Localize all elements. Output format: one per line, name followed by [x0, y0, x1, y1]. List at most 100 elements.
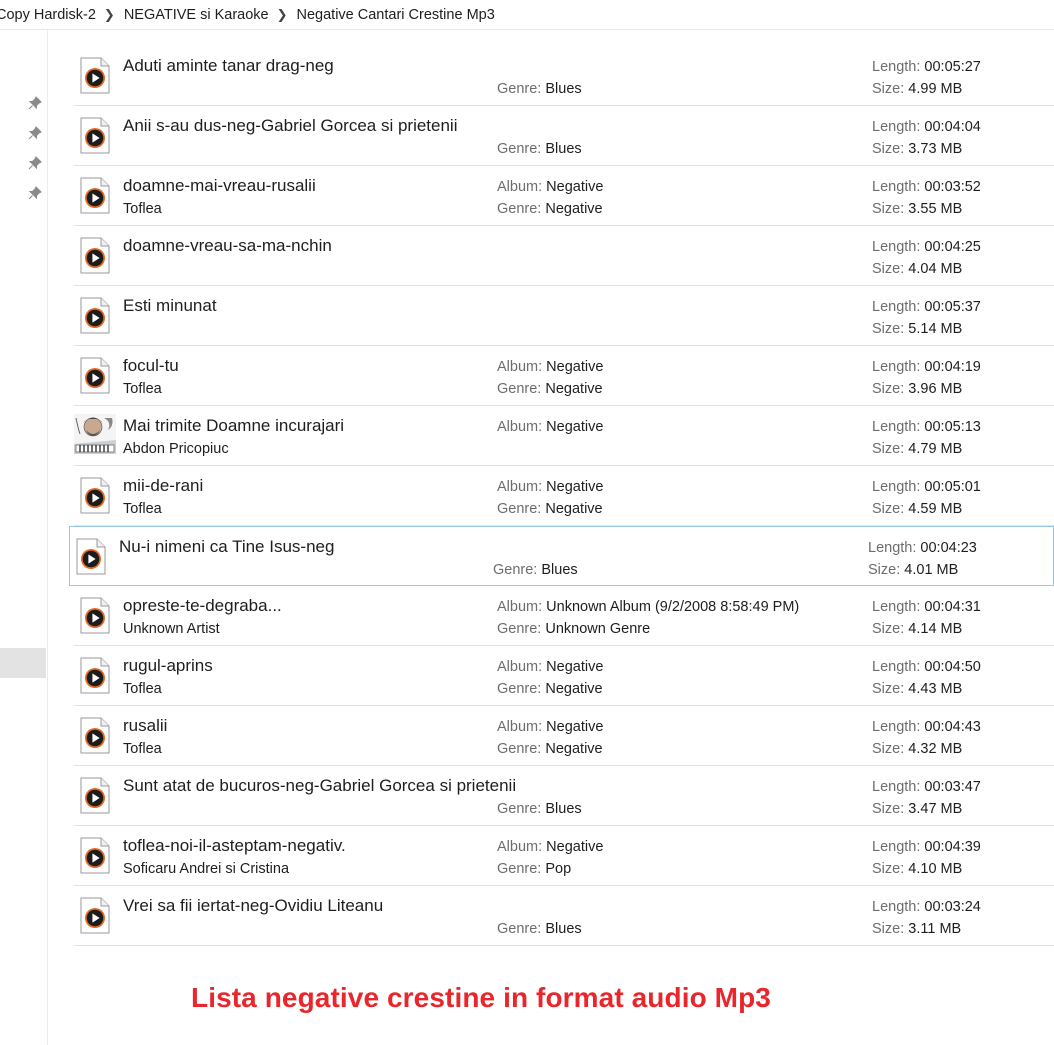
file-genre-value: Blues: [545, 81, 582, 97]
file-length: Length: 00:04:19: [872, 359, 981, 375]
file-size: Size: 4.04 MB: [872, 261, 962, 277]
file-row[interactable]: rusalii Toflea Album: Negative Genre: Negat…: [74, 706, 1054, 766]
audio-file-icon: [80, 597, 110, 634]
file-length-label: Length:: [868, 540, 917, 556]
audio-file-icon: [80, 357, 110, 394]
file-size-label: Size:: [872, 441, 905, 457]
file-genre-value: Unknown Genre: [545, 621, 651, 637]
file-genre-label: Genre:: [497, 201, 542, 217]
file-size: Size: 4.01 MB: [868, 562, 958, 578]
audio-file-icon: [80, 177, 110, 214]
file-size: Size: 4.14 MB: [872, 621, 962, 637]
file-name: Nu-i nimeni ca Tine Isus-neg: [119, 537, 335, 556]
file-length-value: 00:04:25: [924, 239, 981, 255]
file-album: Album: Negative: [497, 179, 603, 195]
file-row[interactable]: mii-de-rani Toflea Album: Negative Genre: N…: [74, 466, 1054, 526]
file-size-value: 4.10 MB: [908, 861, 963, 877]
file-row[interactable]: Anii s-au dus-neg-Gabriel Gorcea si prie…: [74, 106, 1054, 166]
file-length: Length: 00:03:47: [872, 779, 981, 795]
file-length-value: 00:05:01: [924, 479, 981, 495]
file-genre: Genre: Pop: [497, 861, 571, 877]
file-name: doamne-mai-vreau-rusalii: [123, 176, 316, 195]
file-genre: Genre: Blues: [497, 921, 582, 937]
file-size-value: 3.11 MB: [908, 921, 962, 937]
file-size-value: 4.43 MB: [908, 681, 963, 697]
file-size-value: 4.99 MB: [908, 81, 963, 97]
file-row[interactable]: Vrei sa fii iertat-neg-Ovidiu Liteanu Gen…: [74, 886, 1054, 946]
file-size-value: 4.14 MB: [908, 621, 963, 637]
file-genre-label: Genre:: [497, 501, 542, 517]
file-genre: Genre: Negative: [497, 501, 603, 517]
file-size: Size: 3.11 MB: [872, 921, 961, 937]
caption-text: Lista negative crestine in format audio …: [191, 982, 771, 1013]
file-album-label: Album:: [497, 599, 543, 615]
file-size-label: Size:: [872, 741, 905, 757]
file-row[interactable]: focul-tu Toflea Album: Negative Genre: Nega…: [74, 346, 1054, 406]
pin-icon[interactable]: [28, 156, 42, 170]
audio-file-icon: [80, 837, 110, 874]
file-genre: Genre: Unknown Genre: [497, 621, 650, 637]
file-genre-value: Negative: [545, 381, 603, 397]
file-size-label: Size:: [872, 381, 905, 397]
audio-file-icon: [80, 657, 110, 694]
file-row[interactable]: toflea-noi-il-asteptam-negativ. Soficaru …: [74, 826, 1054, 886]
file-genre: Genre: Negative: [497, 741, 603, 757]
file-row[interactable]: Aduti aminte tanar drag-neg Genre: Blues L…: [74, 46, 1054, 106]
chevron-right-icon[interactable]: ❯: [104, 7, 124, 23]
file-row[interactable]: Sunt atat de bucuros-neg-Gabriel Gorcea …: [74, 766, 1054, 826]
file-row[interactable]: doamne-mai-vreau-rusalii Toflea Album: Neg…: [74, 166, 1054, 226]
file-album-value: Negative: [546, 419, 604, 435]
audio-file-icon: [80, 237, 110, 274]
file-album: Album: Negative: [497, 479, 603, 495]
file-row[interactable]: opreste-te-degraba... Unknown Artist Album…: [74, 586, 1054, 646]
file-album-value: Negative: [546, 719, 604, 735]
file-artist: Soficaru Andrei si Cristina: [123, 861, 290, 877]
file-length: Length: 00:04:39: [872, 839, 981, 855]
file-size-label: Size:: [872, 261, 905, 277]
file-genre-label: Genre:: [497, 621, 542, 637]
file-genre-value: Blues: [545, 801, 582, 817]
file-length: Length: 00:04:04: [872, 119, 981, 135]
pin-icon[interactable]: [28, 126, 42, 140]
file-album-value: Negative: [546, 839, 604, 855]
file-length: Length: 00:03:52: [872, 179, 981, 195]
file-album-value: Negative: [546, 179, 604, 195]
file-artist: Abdon Pricopiuc: [123, 441, 229, 457]
file-length-value: 00:03:24: [924, 899, 981, 915]
file-size: Size: 3.47 MB: [872, 801, 962, 817]
file-row[interactable]: rugul-aprins Toflea Album: Negative Genre: …: [74, 646, 1054, 706]
pin-icon[interactable]: [28, 96, 42, 110]
file-size-label: Size:: [872, 501, 905, 517]
file-row[interactable]: Mai trimite Doamne incurajari Abdon Prico…: [74, 406, 1054, 466]
file-name: Sunt atat de bucuros-neg-Gabriel Gorcea …: [123, 776, 517, 795]
file-length-value: 00:04:04: [924, 119, 981, 135]
breadcrumb-item-current-folder[interactable]: Negative Cantari Crestine Mp3: [297, 7, 503, 23]
breadcrumb-item-copy-hardisk[interactable]: Copy Hardisk-2: [0, 7, 104, 23]
file-genre-value: Blues: [545, 141, 582, 157]
file-length-value: 00:04:43: [924, 719, 981, 735]
audio-file-icon: [80, 117, 110, 154]
file-length-value: 00:04:23: [920, 540, 977, 556]
audio-file-icon: [80, 777, 110, 814]
file-length-label: Length:: [872, 839, 921, 855]
file-length-label: Length:: [872, 299, 921, 315]
file-name: rugul-aprins: [123, 656, 213, 675]
file-size-label: Size:: [872, 681, 905, 697]
file-genre-value: Pop: [545, 861, 572, 877]
file-length: Length: 00:03:24: [872, 899, 981, 915]
file-genre-label: Genre:: [497, 741, 542, 757]
file-row[interactable]: Esti minunat Length: 00:05:37 Size: 5.14 M…: [74, 286, 1054, 346]
file-album: Album: Negative: [497, 839, 603, 855]
audio-file-icon: [80, 57, 110, 94]
breadcrumb-item-negative-si-karaoke[interactable]: NEGATIVE si Karaoke: [124, 7, 277, 23]
pin-icon[interactable]: [28, 186, 42, 200]
file-size-label: Size:: [872, 81, 905, 97]
nav-pane-selected-item[interactable]: [0, 648, 46, 678]
chevron-right-icon[interactable]: ❯: [277, 7, 297, 23]
file-row[interactable]: Nu-i nimeni ca Tine Isus-neg Genre: Blues…: [69, 526, 1054, 586]
file-name: Aduti aminte tanar drag-neg: [123, 56, 334, 75]
file-size-value: 4.59 MB: [908, 501, 963, 517]
file-length-value: 00:04:39: [924, 839, 981, 855]
file-length: Length: 00:04:50: [872, 659, 981, 675]
file-row[interactable]: doamne-vreau-sa-ma-nchin Length: 00:04:25…: [74, 226, 1054, 286]
